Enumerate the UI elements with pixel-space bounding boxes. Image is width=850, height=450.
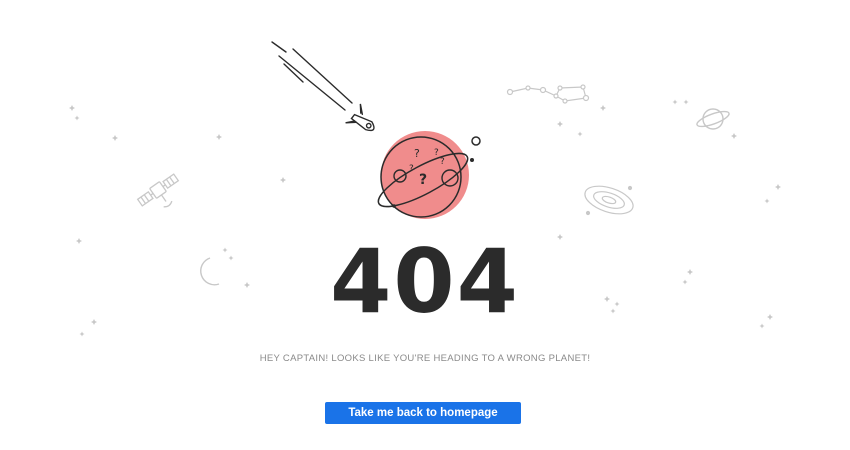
planet-question-mark: ? <box>419 172 427 188</box>
error-message: HEY CAPTAIN! LOOKS LIKE YOU'RE HEADING T… <box>259 353 591 364</box>
galaxy-icon <box>584 185 634 216</box>
ringed-planet-icon <box>696 108 730 130</box>
star-icon <box>683 99 689 105</box>
star-icon <box>69 105 75 111</box>
planet-question-mark: ? <box>409 164 414 174</box>
back-to-homepage-button[interactable]: Take me back to homepage <box>325 402 521 424</box>
star-icon <box>764 198 770 204</box>
satellite-icon <box>136 173 180 208</box>
star-icon <box>79 331 85 337</box>
star-icon <box>775 184 781 190</box>
star-icon <box>600 105 606 111</box>
error-page: ? ? ? ? ? 404 HEY CAPTAIN! LOOKS LIKE YO… <box>0 0 850 450</box>
star-icon <box>216 134 222 140</box>
star-icon <box>672 99 678 105</box>
star-icon <box>557 121 563 127</box>
planet-question-mark: ? <box>434 148 439 158</box>
star-icon <box>112 135 118 141</box>
planet-question-mark: ? <box>414 147 420 160</box>
star-icon <box>280 177 286 183</box>
error-code: 404 <box>330 230 520 333</box>
planet-question-mark: ? <box>440 157 445 167</box>
space-illustration: ? ? ? ? ? <box>69 41 781 337</box>
star-icon <box>577 131 583 137</box>
constellation-icon <box>506 84 590 104</box>
planet-icon: ? ? ? ? ? <box>377 131 481 219</box>
star-icon <box>731 133 737 139</box>
rocket-icon <box>271 41 375 132</box>
star-icon <box>74 115 80 121</box>
